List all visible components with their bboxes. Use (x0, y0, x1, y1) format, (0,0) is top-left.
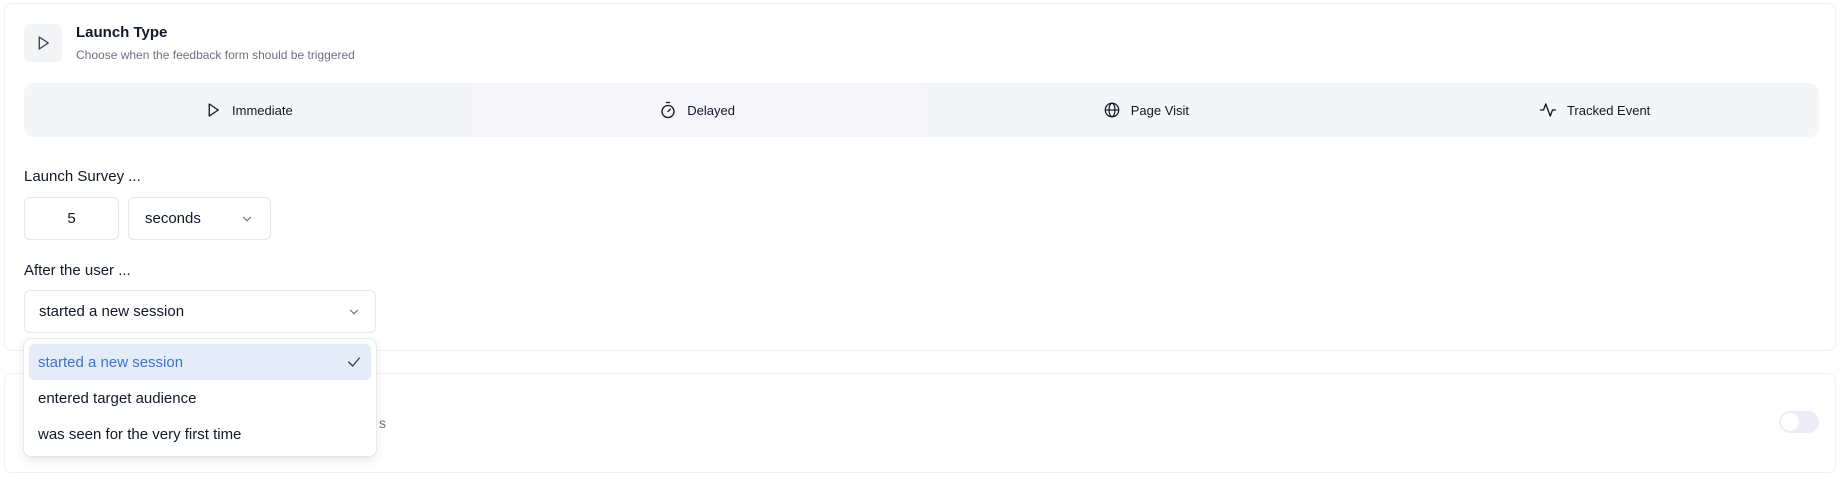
chevron-down-icon (349, 309, 359, 315)
option-label: started a new session (38, 353, 184, 371)
tab-label: Delayed (687, 102, 735, 118)
option-started-new-session[interactable]: started a new session (29, 344, 371, 380)
option-label: was seen for the very first time (38, 425, 242, 443)
timer-icon (661, 101, 675, 119)
globe-icon (1104, 102, 1120, 118)
after-user-label: After the user ... (24, 262, 131, 279)
tab-label: Page Visit (1130, 102, 1190, 118)
play-icon (38, 36, 49, 50)
launch-survey-label: Launch Survey ... (24, 168, 141, 185)
delay-unit-value: seconds (145, 210, 201, 227)
section-subtitle: Choose when the feedback form should be … (76, 48, 355, 62)
trigger-select[interactable]: started a new session (24, 290, 376, 333)
setting-description-partial: s (379, 415, 386, 431)
toggle-knob (1781, 413, 1799, 431)
delay-value-input[interactable]: 5 (24, 197, 119, 240)
delay-value: 5 (67, 210, 76, 227)
tab-page-visit[interactable]: Page Visit (922, 83, 1371, 137)
trigger-selected-value: started a new session (39, 303, 185, 320)
option-label: entered target audience (38, 389, 197, 407)
section-title: Launch Type (76, 24, 168, 41)
check-icon (348, 357, 360, 367)
delay-unit-select[interactable]: seconds (128, 197, 271, 240)
play-icon (208, 103, 219, 117)
activity-icon (1539, 103, 1557, 117)
option-seen-first-time[interactable]: was seen for the very first time (29, 416, 371, 452)
tab-immediate[interactable]: Immediate (24, 83, 473, 137)
tab-delayed[interactable]: Delayed (472, 83, 922, 137)
trigger-dropdown-menu: started a new session entered target aud… (23, 338, 377, 457)
tab-label: Immediate (232, 102, 293, 118)
option-entered-target-audience[interactable]: entered target audience (29, 380, 371, 416)
launch-type-tabs: Immediate Delayed Page Visit Tracked Eve… (24, 83, 1819, 137)
launch-type-icon-box (24, 24, 62, 62)
tab-label: Tracked Event (1566, 102, 1651, 118)
chevron-down-icon (242, 216, 252, 222)
setting-toggle[interactable] (1779, 411, 1819, 433)
tab-tracked-event[interactable]: Tracked Event (1370, 83, 1819, 137)
